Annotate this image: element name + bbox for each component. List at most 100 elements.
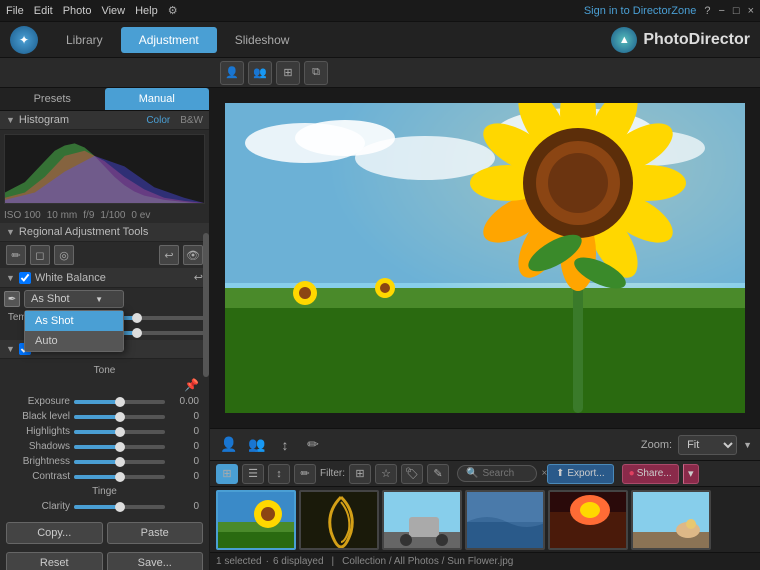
status-bar: 1 selected · 6 displayed | Collection / … [210,552,760,570]
filter-star-btn[interactable]: ☆ [375,464,397,484]
thumb-1[interactable] [216,490,296,550]
paste-button[interactable]: Paste [107,522,204,544]
histogram-color-tab[interactable]: Color [146,115,170,126]
photo-toolbar: 👤 👥 ↕ ✏ Zoom: Fit 25% 50% 75% 100% 200% … [210,428,760,460]
hist-shutter: 1/100 [100,210,125,221]
grid-view-btn[interactable]: ⊞ [216,464,238,484]
app-logo: ✦ [10,26,38,54]
reset-button[interactable]: Reset [6,552,103,570]
settings-icon[interactable]: ⚙ [168,4,178,17]
highlights-slider[interactable] [74,430,165,434]
black-level-slider[interactable] [74,415,165,419]
clarity-slider[interactable] [74,505,165,509]
person-view-btn[interactable]: 👤 [218,434,240,456]
tinge-label: Tinge [6,484,203,499]
sign-in-link[interactable]: Sign in to DirectorZone [584,5,697,17]
wb-option-auto[interactable]: Auto [25,331,123,351]
wb-select-button[interactable]: As Shot ▼ [24,290,124,308]
sort-btn[interactable]: ↕ [274,434,296,456]
thumb-3[interactable] [382,490,462,550]
wb-checkbox[interactable] [19,272,31,284]
people-view-btn[interactable]: 👥 [246,434,268,456]
black-level-value: 0 [169,411,199,422]
main-area: Presets Manual ▼ Histogram Color B&W ISO… [0,88,760,570]
share-button[interactable]: ● Share... [622,464,679,484]
app-header: ✦ Library Adjustment Slideshow ▲ PhotoDi… [0,22,760,58]
histogram-bw-tab[interactable]: B&W [180,115,203,126]
compare-icon-btn[interactable]: ⧉ [304,61,328,85]
list-view-btn[interactable]: ☰ [242,464,264,484]
scroll-indicator[interactable] [203,233,209,378]
regional-tools-content: ✏ ◻ ◎ ↩ 👁 [0,242,209,268]
tone-pin-btn[interactable]: 📌 [184,378,199,392]
shadows-slider[interactable] [74,445,165,449]
highlights-label: Highlights [10,426,70,437]
search-input[interactable] [482,468,537,479]
menu-help[interactable]: Help [135,5,158,17]
tab-adjustment[interactable]: Adjustment [121,27,217,53]
wb-eyedropper-btn[interactable]: ✒ [4,291,20,307]
black-level-label: Black level [10,411,70,422]
contrast-slider[interactable] [74,475,165,479]
thumb-2[interactable] [299,490,379,550]
thumb-6[interactable] [631,490,711,550]
visibility-tool-btn[interactable]: 👁 [183,245,203,265]
share-dropdown-arrow[interactable]: ▾ [683,464,699,484]
filter-grid-btn[interactable]: ⊞ [349,464,371,484]
tab-manual[interactable]: Manual [105,88,210,110]
hist-iso: ISO 100 [4,210,41,221]
radial-tool-btn[interactable]: ◎ [54,245,74,265]
tab-slideshow[interactable]: Slideshow [217,27,308,53]
histogram-canvas [4,134,205,204]
center-area: 👤 👥 ↕ ✏ Zoom: Fit 25% 50% 75% 100% 200% … [210,88,760,570]
zoom-label: Zoom: [641,439,672,451]
grid-icon-btn[interactable]: ⊞ [276,61,300,85]
reset-tool-btn[interactable]: ↩ [159,245,179,265]
thumb-5[interactable] [548,490,628,550]
tab-presets[interactable]: Presets [0,88,105,110]
photo-area [210,88,760,428]
person-icon-btn[interactable]: 👤 [220,61,244,85]
clarity-value: 0 [169,501,199,512]
shadows-row: Shadows 0 [6,439,203,454]
contrast-value: 0 [169,471,199,482]
menu-photo[interactable]: Photo [63,5,92,17]
highlights-value: 0 [169,426,199,437]
copy-button[interactable]: Copy... [6,522,103,544]
sort-order-btn[interactable]: ↕ [268,464,290,484]
edit-btn[interactable]: ✏ [302,434,324,456]
menu-view[interactable]: View [101,5,125,17]
wb-label: White Balance [35,272,106,284]
menu-bar: File Edit Photo View Help [6,5,158,17]
clarity-label: Clarity [10,501,70,512]
filter-tag-btn[interactable]: 🏷 [401,464,423,484]
wb-section-header[interactable]: ▼ White Balance ↩ [0,268,209,288]
thumb-4[interactable] [465,490,545,550]
brightness-slider[interactable] [74,460,165,464]
histogram-label: Histogram [19,114,69,126]
menu-file[interactable]: File [6,5,24,17]
tab-library[interactable]: Library [48,27,121,53]
histogram-section-header[interactable]: ▼ Histogram Color B&W [0,111,209,130]
zoom-select[interactable]: Fit 25% 50% 75% 100% 200% [678,435,737,455]
edit-pencil-btn[interactable]: ✏ [294,464,316,484]
maximize-button[interactable]: □ [733,5,740,17]
close-button[interactable]: × [748,5,754,17]
wb-option-as-shot[interactable]: As Shot [25,311,123,331]
exposure-slider[interactable] [74,400,165,404]
save-button[interactable]: Save... [107,552,204,570]
filter-edit-btn[interactable]: ✎ [427,464,449,484]
hist-ev: 0 ev [131,210,150,221]
filmstrip [210,487,760,552]
regional-tools-header[interactable]: ▼ Regional Adjustment Tools [0,223,209,242]
export-button[interactable]: ⬆ Export... [547,464,614,484]
separator: · [266,556,269,567]
title-bar-right: Sign in to DirectorZone ? − □ × [584,5,754,17]
menu-edit[interactable]: Edit [34,5,53,17]
people-icon-btn[interactable]: 👥 [248,61,272,85]
wb-reset-icon[interactable]: ↩ [194,271,203,284]
gradient-tool-btn[interactable]: ◻ [30,245,50,265]
brush-tool-btn[interactable]: ✏ [6,245,26,265]
help-icon[interactable]: ? [704,5,710,17]
minimize-button[interactable]: − [718,5,724,17]
